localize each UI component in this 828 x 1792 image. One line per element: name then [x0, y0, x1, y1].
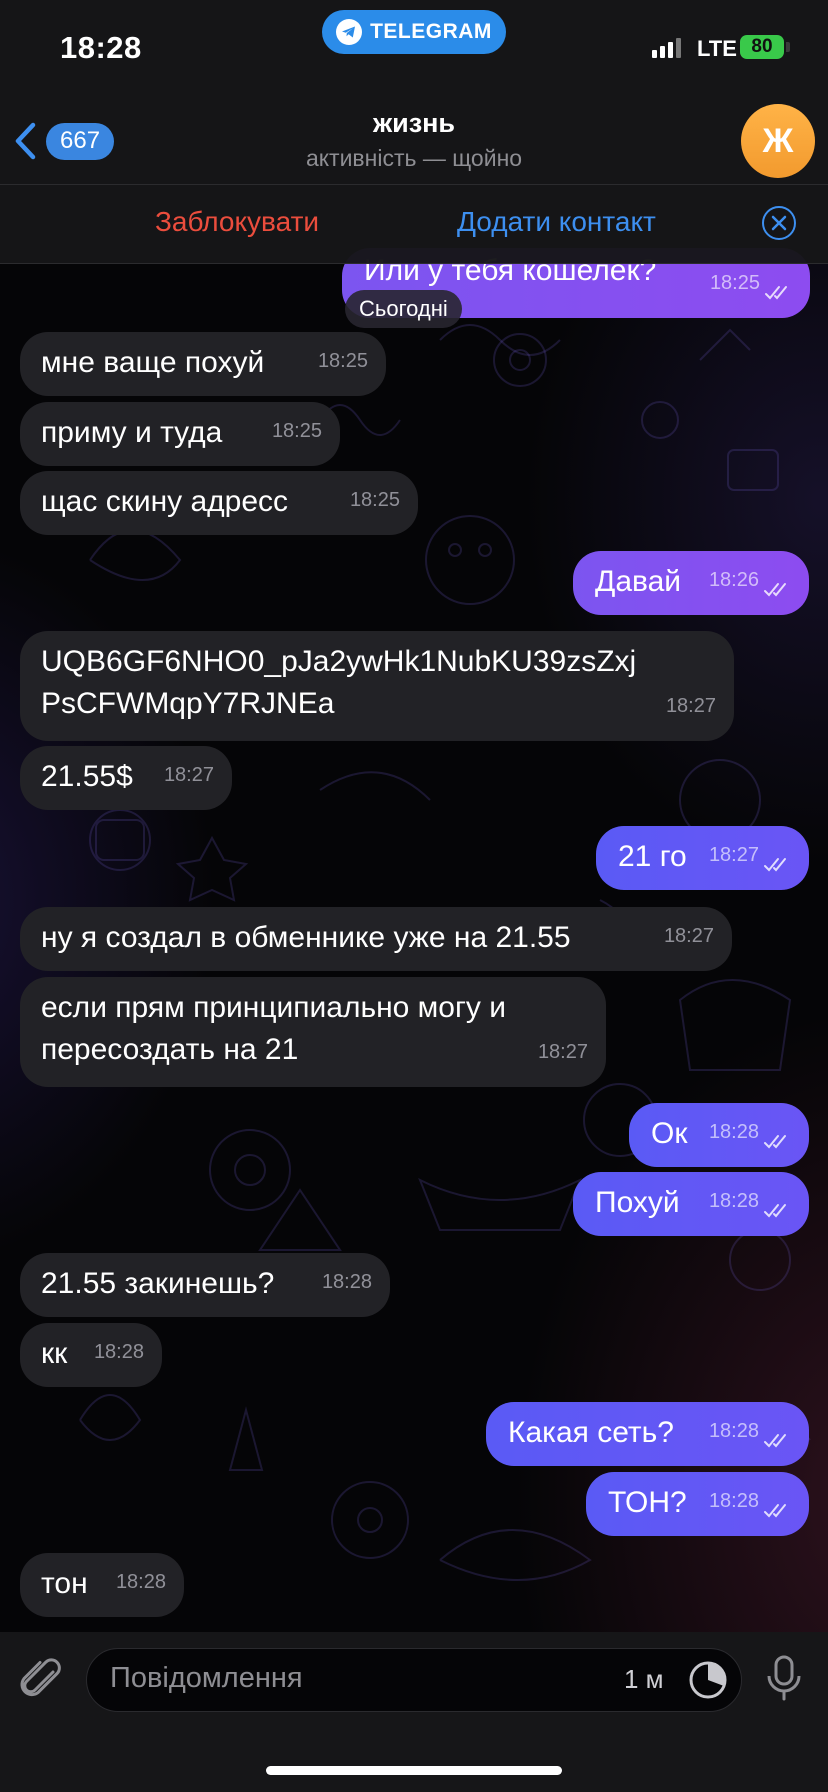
- read-checkmarks-icon: [764, 1504, 786, 1518]
- message-text: Давай: [595, 565, 682, 598]
- app-pill-label: TELEGRAM: [370, 20, 492, 43]
- battery-level: 80: [751, 36, 773, 57]
- message-text: ТОН?: [608, 1486, 687, 1519]
- message-text: Похуй: [595, 1186, 680, 1219]
- status-time: 18:28: [60, 30, 142, 65]
- message-time: 18:25: [317, 350, 368, 372]
- self-destruct-timer-label: 1 м: [624, 1664, 664, 1694]
- message-time: 18:28: [708, 1490, 759, 1512]
- message-time: 18:25: [349, 489, 400, 511]
- message-text: если прям принципиально могу и пересозда…: [41, 991, 507, 1066]
- read-checkmarks-icon: [764, 583, 786, 597]
- incoming-message[interactable]: ну я создал в обменнике уже на 21.55 18:2…: [20, 907, 732, 971]
- chat-title[interactable]: жизнь: [0, 108, 828, 139]
- incoming-message[interactable]: 21.55 закинешь? 18:28: [20, 1253, 390, 1317]
- message-time: 18:25: [271, 420, 322, 442]
- avatar-letter: Ж: [762, 121, 794, 160]
- message-time: 18:28: [93, 1341, 144, 1363]
- message-time: 18:28: [708, 1420, 759, 1442]
- message-time: 18:28: [708, 1121, 759, 1143]
- action-bar-divider: [0, 263, 828, 264]
- home-indicator: [266, 1766, 562, 1775]
- message-time: 18:27: [163, 764, 214, 786]
- voice-message-button[interactable]: [764, 1654, 804, 1707]
- contact-action-bar: [0, 185, 828, 263]
- message-time: 18:28: [708, 1190, 759, 1212]
- message-text: Ок: [651, 1117, 688, 1150]
- telegram-icon: [336, 19, 363, 45]
- outgoing-message[interactable]: Какая сеть? 18:28: [486, 1402, 809, 1466]
- incoming-message[interactable]: приму и туда 18:25: [20, 402, 340, 466]
- read-checkmarks-icon: [764, 858, 786, 872]
- incoming-message[interactable]: если прям принципиально могу и пересозда…: [20, 977, 606, 1087]
- message-time: 18:27: [537, 1041, 588, 1063]
- read-checkmarks-icon: [765, 286, 787, 300]
- telegram-app-pill[interactable]: TELEGRAM: [322, 10, 506, 54]
- message-text: тон: [41, 1567, 88, 1600]
- block-user-button[interactable]: Заблокувати: [155, 206, 319, 238]
- paperclip-icon: [20, 1658, 61, 1697]
- battery-icon: 80: [740, 35, 784, 59]
- network-type: LTE: [697, 36, 737, 61]
- outgoing-message[interactable]: Похуй 18:28: [573, 1172, 809, 1236]
- incoming-message[interactable]: щас скину адресс 18:25: [20, 471, 418, 535]
- message-time: 18:27: [665, 695, 716, 717]
- read-checkmarks-icon: [764, 1434, 786, 1448]
- read-checkmarks-icon: [764, 1204, 786, 1218]
- message-time: 18:28: [115, 1571, 166, 1593]
- message-text: ну я создал в обменнике уже на 21.55: [41, 921, 571, 954]
- incoming-message[interactable]: 21.55$ 18:27: [20, 746, 232, 810]
- timer-icon: [689, 1661, 727, 1699]
- attach-button[interactable]: [20, 1658, 66, 1709]
- date-separator: Сьогодні: [345, 290, 462, 328]
- close-icon: [771, 215, 787, 231]
- message-text: 21 го: [618, 840, 687, 873]
- message-text: UQB6GF6NHO0_pJa2ywHk1NubKU39zsZxj PsCFWM…: [41, 645, 637, 720]
- message-text: Какая сеть?: [508, 1416, 674, 1449]
- microphone-icon: [767, 1655, 801, 1701]
- message-placeholder: Повідомлення: [110, 1662, 303, 1694]
- outgoing-message[interactable]: Давай 18:26: [573, 551, 809, 615]
- message-text: мне ваще похуй: [41, 346, 265, 379]
- message-time: 18:25: [709, 272, 760, 294]
- signal-icon: [652, 38, 681, 58]
- read-checkmarks-icon: [764, 1135, 786, 1149]
- chat-status: активність — щойно: [305, 145, 523, 171]
- message-text: кк: [41, 1337, 68, 1370]
- incoming-message[interactable]: мне ваще похуй 18:25: [20, 332, 386, 396]
- message-text: 21.55 закинешь?: [41, 1267, 275, 1300]
- message-text: 21.55$: [41, 760, 133, 793]
- message-time: 18:27: [708, 844, 759, 866]
- incoming-message[interactable]: кк 18:28: [20, 1323, 162, 1387]
- avatar[interactable]: Ж: [741, 104, 815, 178]
- message-time: 18:27: [663, 925, 714, 947]
- message-time: 18:26: [708, 569, 759, 591]
- message-time: 18:28: [321, 1271, 372, 1293]
- outgoing-message[interactable]: ТОН? 18:28: [586, 1472, 809, 1536]
- add-contact-button[interactable]: Додати контакт: [457, 206, 656, 238]
- close-action-bar-button[interactable]: [762, 206, 796, 240]
- message-text: приму и туда: [41, 416, 223, 449]
- incoming-message[interactable]: UQB6GF6NHO0_pJa2ywHk1NubKU39zsZxj PsCFWM…: [20, 631, 734, 741]
- outgoing-message[interactable]: Ок 18:28: [629, 1103, 809, 1167]
- outgoing-message[interactable]: 21 го 18:27: [596, 826, 809, 890]
- battery-cap: [786, 42, 790, 52]
- incoming-message[interactable]: тон 18:28: [20, 1553, 184, 1617]
- timer-button[interactable]: [688, 1660, 728, 1705]
- message-text: щас скину адресс: [41, 485, 289, 518]
